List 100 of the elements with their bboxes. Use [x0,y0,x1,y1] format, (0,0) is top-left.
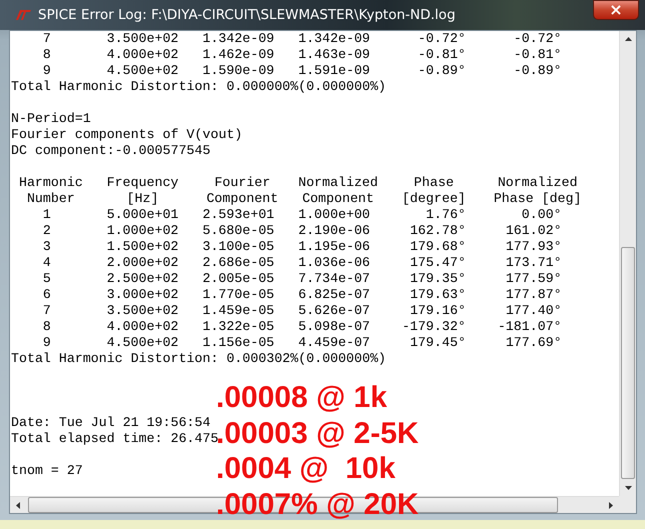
table-cell-text: 175.47° [408,255,466,271]
table-cell-text: 1.000e+00 [297,207,370,223]
table-cell-text: 3.100e-05 [201,239,274,255]
table-cell-text: 162.78° [408,223,466,239]
log-line: Total Harmonic Distortion: 0.000000%(0.000000%) [11,79,386,95]
log-line: DC component:-0.000577545 [11,143,210,159]
table-cell-text: 179.16° [408,303,466,319]
table-cell-text: 3.500e+02 [106,31,179,47]
table-cell-text: 177.69° [504,335,562,351]
table-cell-text: 5.000e+01 [106,207,179,223]
table-cell-text: 9 [42,335,51,351]
table-cell-text: 1.322e-05 [201,319,274,335]
table-cell-text: 1.76° [424,207,466,223]
table-cell-text: -181.07° [496,319,562,335]
column-header: Normalized [297,175,380,191]
table-cell-text: 4.000e+02 [106,47,179,63]
column-header: Fourier [213,175,272,191]
table-cell-text: -0.72° [512,31,562,47]
table-cell-text: 5.098e-07 [297,319,370,335]
table-cell-text: 179.68° [408,239,466,255]
table-cell-text: 177.59° [504,271,562,287]
column-header: Phase [412,175,455,191]
log-line: Fourier components of V(vout) [11,127,242,143]
column-header: Phase [deg] [492,191,582,207]
window-title: SPICE Error Log: F:\DIYA-CIRCUIT\SLEWMASTER\Kypton-ND.log [38,7,456,23]
column-header: Number [26,191,76,207]
table-cell-text: 1 [42,207,51,223]
table-cell-text: 6 [42,287,51,303]
table-cell-text: 2.000e+02 [106,255,179,271]
table-cell-text: 5.626e-07 [297,303,370,319]
table-cell-text: -0.81° [416,47,466,63]
table-cell-text: 5 [42,271,51,287]
log-line: N-Period=1 [11,111,91,127]
annotation-text: .0004 @ 10k [216,451,396,486]
table-cell-text: 4.500e+02 [106,335,179,351]
table-cell-text: 1.591e-09 [297,63,370,79]
table-cell-text: -0.89° [512,63,562,79]
column-header: Normalized [496,175,578,191]
table-cell-text: 179.63° [408,287,466,303]
table-cell-text: 179.35° [408,271,466,287]
table-cell-text: 1.590e-09 [201,63,274,79]
annotation-text: .0007% @ 20K [216,486,419,522]
column-header: Component [205,191,280,207]
table-cell-text: 1.462e-09 [201,47,274,63]
table-cell-text: 7 [42,31,51,47]
table-cell-text: -179.32° [400,319,466,335]
table-cell-text: 2.190e-06 [297,223,370,239]
table-cell-text: 1.000e+02 [106,223,179,239]
table-cell-text: 4.500e+02 [106,63,179,79]
table-cell-text: 1.156e-05 [201,335,274,351]
table-cell-text: 177.93° [504,239,562,255]
table-cell-text: 1.195e-06 [297,239,370,255]
column-header: [Hz] [126,191,160,207]
vertical-scrollbar[interactable] [619,31,636,496]
table-cell-text: 6.825e-07 [297,287,370,303]
log-line: Total elapsed time: 26.475 [11,431,218,447]
table-cell-text: 4.000e+02 [106,319,179,335]
table-cell-text: 5.680e-05 [201,223,274,239]
table-cell-text: 2.005e-05 [201,271,274,287]
table-cell-text: 2.593e+01 [201,207,274,223]
table-cell-text: 2 [42,223,51,239]
table-cell-text: 8 [42,47,51,63]
table-cell-text: 9 [42,63,51,79]
table-cell-text: 161.02° [504,223,562,239]
table-cell-text: 0.00° [520,207,562,223]
table-cell-text: 177.87° [504,287,562,303]
annotation-text: .00008 @ 1k [216,380,388,416]
log-line: tnom = 27 [11,463,83,479]
table-cell-text: 1.463e-09 [297,47,370,63]
column-header: Component [301,191,376,207]
table-cell-text: 1.459e-05 [201,303,274,319]
table-cell-text: 1.770e-05 [201,287,274,303]
column-header: [degree] [400,191,467,207]
table-cell-text: 2.500e+02 [106,271,179,287]
table-cell-text: 7.734e-07 [297,271,370,287]
table-cell-text: 1.342e-09 [201,31,274,47]
table-cell-text: -0.89° [416,63,466,79]
table-cell-text: 1.342e-09 [297,31,370,47]
table-cell-text: -0.81° [512,47,562,63]
table-cell-text: 3 [42,239,51,255]
close-button[interactable]: × [593,0,639,20]
table-cell-text: 8 [42,319,51,335]
table-cell-text: 4.459e-07 [297,335,370,351]
table-cell-text: 2.686e-05 [201,255,274,271]
table-cell-text: 177.40° [504,303,562,319]
column-header: Frequency [106,175,180,191]
table-cell-text: 179.45° [408,335,466,351]
table-cell-text: 4 [42,255,51,271]
table-cell-text: 3.000e+02 [106,287,179,303]
table-cell-text: 7 [42,303,51,319]
table-cell-text: 173.71° [504,255,562,271]
log-line: Date: Tue Jul 21 19:56:54 [11,415,210,431]
table-cell-text: 1.036e-06 [297,255,370,271]
table-cell-text: 1.500e+02 [106,239,179,255]
column-header: Harmonic [18,175,84,191]
scroll-thumb[interactable] [621,247,635,479]
log-line: Total Harmonic Distortion: 0.000302%(0.000000%) [11,351,386,367]
table-cell-text: 3.500e+02 [106,303,179,319]
table-cell-text: -0.72° [416,31,466,47]
logo-icon [14,9,32,21]
